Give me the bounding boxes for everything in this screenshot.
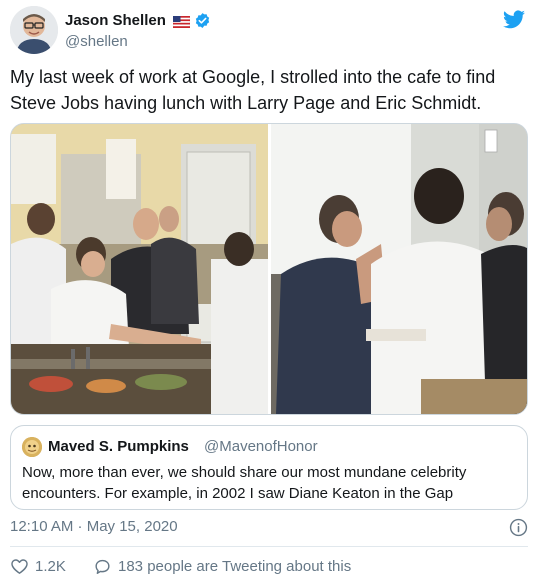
author-name-text[interactable]: Jason Shellen: [65, 12, 166, 29]
conversation-text: 183 people are Tweeting about this: [118, 558, 352, 575]
like-count: 1.2K: [35, 558, 66, 575]
tweet-header: Jason Shellen @shellen: [10, 6, 530, 56]
photo-cafe-counter[interactable]: [11, 124, 268, 414]
actions-divider: [10, 546, 528, 547]
heart-icon: [11, 559, 28, 574]
author-name[interactable]: Jason Shellen: [65, 12, 211, 29]
tweet-actions: 1.2K 183 people are Tweeting about this: [10, 557, 530, 581]
author-handle[interactable]: @shellen: [65, 33, 128, 50]
photo-lunch-table[interactable]: [271, 124, 527, 414]
tweet-media[interactable]: [10, 123, 528, 415]
conversation-link[interactable]: 183 people are Tweeting about this: [93, 557, 351, 576]
quoted-author-handle: @MavenofHonor: [204, 438, 318, 455]
tweet-card: Jason Shellen @shellen My last week of w…: [0, 0, 540, 586]
tweet-timestamp[interactable]: 12:10 AM · May 15, 2020: [10, 518, 178, 535]
quoted-tweet-text: Now, more than ever, we should share our…: [22, 464, 467, 502]
speech-bubble-icon: [95, 559, 110, 574]
tweet-text: My last week of work at Google, I stroll…: [10, 67, 496, 113]
twitter-bird-icon[interactable]: [502, 8, 526, 32]
quoted-tweet[interactable]: Maved S. Pumpkins @MavenofHonor Now, mor…: [10, 425, 528, 510]
quoted-author-avatar: [22, 437, 42, 457]
info-icon[interactable]: [509, 518, 528, 537]
author-avatar[interactable]: [10, 6, 58, 54]
like-button[interactable]: 1.2K: [10, 557, 66, 576]
us-flag-icon: [172, 15, 191, 28]
quoted-author-name: Maved S. Pumpkins: [48, 438, 189, 455]
verified-badge-icon: [194, 12, 211, 29]
